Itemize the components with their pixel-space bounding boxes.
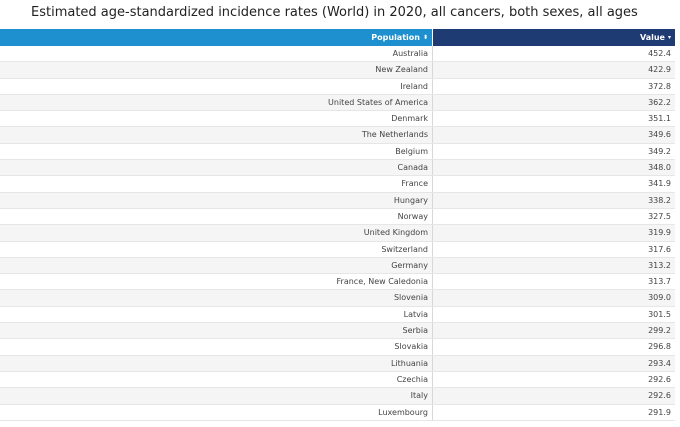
value-cell: 317.6 bbox=[648, 244, 671, 254]
value-cell: 291.9 bbox=[648, 407, 671, 417]
sort-icon: ⬍ bbox=[422, 34, 428, 41]
value-cell: 309.0 bbox=[648, 293, 671, 303]
table-row: Switzerland 317.6 bbox=[0, 241, 675, 258]
population-cell: Slovenia bbox=[0, 290, 433, 306]
value-cell: 341.9 bbox=[648, 179, 671, 189]
population-cell: Belgium bbox=[0, 143, 433, 160]
table-row: Australia 452.4 bbox=[0, 46, 675, 63]
table-row: Italy 292.6 bbox=[0, 388, 675, 405]
value-cell: 338.2 bbox=[648, 195, 671, 205]
population-cell: The Netherlands bbox=[0, 127, 433, 143]
value-cell: 296.8 bbox=[648, 342, 671, 352]
value-cell: 313.2 bbox=[648, 260, 671, 270]
value-cell: 293.4 bbox=[648, 358, 671, 368]
value-cell: 349.6 bbox=[648, 130, 671, 140]
table-row: New Zealand 422.9 bbox=[0, 62, 675, 79]
population-cell: United Kingdom bbox=[0, 225, 433, 241]
column-header-value[interactable]: Value ▾ bbox=[433, 29, 675, 46]
table-body: Australia 452.4 New Zealand 422.9 Ireland 372… bbox=[0, 46, 675, 421]
table-row: United States of America 362.2 bbox=[0, 94, 675, 112]
population-cell: Slovakia bbox=[0, 339, 433, 355]
value-cell: 299.2 bbox=[648, 326, 671, 336]
value-cell: 292.6 bbox=[648, 374, 671, 384]
value-cell: 362.2 bbox=[648, 97, 671, 107]
table-row: Norway 327.5 bbox=[0, 208, 675, 226]
column-header-population-label: Population bbox=[371, 33, 420, 42]
value-cell: 452.4 bbox=[648, 49, 671, 58]
table-row: Latvia 301.5 bbox=[0, 306, 675, 324]
table-row: Serbia 299.2 bbox=[0, 323, 675, 340]
population-cell: Denmark bbox=[0, 111, 433, 127]
population-cell: Australia bbox=[0, 46, 433, 62]
population-cell: Czechia bbox=[0, 371, 433, 388]
value-cell: 301.5 bbox=[648, 309, 671, 319]
table-row: France 341.9 bbox=[0, 176, 675, 193]
table-row: Belgium 349.2 bbox=[0, 143, 675, 161]
table-row: Canada 348.0 bbox=[0, 160, 675, 177]
column-header-value-label: Value bbox=[639, 33, 665, 42]
value-cell: 372.8 bbox=[648, 81, 671, 91]
table-row: Hungary 338.2 bbox=[0, 192, 675, 209]
population-cell: United States of America bbox=[0, 94, 433, 111]
value-cell: 319.9 bbox=[648, 228, 671, 238]
population-cell: Italy bbox=[0, 388, 433, 404]
table-row: Lithuania 293.4 bbox=[0, 355, 675, 372]
sort-desc-icon: ▾ bbox=[667, 34, 671, 41]
population-cell: Germany bbox=[0, 257, 433, 274]
table-row: Ireland 372.8 bbox=[0, 78, 675, 95]
value-cell: 422.9 bbox=[648, 65, 671, 75]
table-row: France, New Caledonia 313.7 bbox=[0, 274, 675, 291]
population-cell: Canada bbox=[0, 160, 433, 176]
table-row: Slovenia 309.0 bbox=[0, 290, 675, 307]
value-cell: 348.0 bbox=[648, 163, 671, 173]
population-cell: Latvia bbox=[0, 306, 433, 323]
population-cell: Switzerland bbox=[0, 241, 433, 257]
value-cell: 349.2 bbox=[648, 146, 671, 156]
table-row: Czechia 292.6 bbox=[0, 371, 675, 389]
population-cell: Ireland bbox=[0, 78, 433, 94]
value-cell: 351.1 bbox=[648, 114, 671, 124]
table-header: Population ⬍ Value ▾ bbox=[0, 29, 675, 46]
value-cell: 313.7 bbox=[648, 277, 671, 287]
population-cell: Hungary bbox=[0, 192, 433, 208]
table-row: Luxembourg 291.9 bbox=[0, 404, 675, 421]
population-cell: Lithuania bbox=[0, 355, 433, 371]
table-row: United Kingdom 319.9 bbox=[0, 225, 675, 242]
table-row: Germany 313.2 bbox=[0, 257, 675, 275]
column-header-population[interactable]: Population ⬍ bbox=[0, 29, 433, 46]
table-row: Denmark 351.1 bbox=[0, 111, 675, 128]
population-cell: Luxembourg bbox=[0, 404, 433, 420]
value-cell: 327.5 bbox=[648, 211, 671, 221]
population-cell: New Zealand bbox=[0, 62, 433, 78]
population-cell: France bbox=[0, 176, 433, 192]
data-table: Population ⬍ Value ▾ Australia 452.4 New Zea… bbox=[0, 29, 675, 421]
population-cell: Norway bbox=[0, 208, 433, 225]
population-cell: Serbia bbox=[0, 323, 433, 339]
table-row: The Netherlands 349.6 bbox=[0, 127, 675, 144]
chart-title: Estimated age-standardized incidence rat… bbox=[31, 5, 638, 20]
value-cell: 292.6 bbox=[648, 391, 671, 401]
population-cell: France, New Caledonia bbox=[0, 274, 433, 290]
table-row: Slovakia 296.8 bbox=[0, 339, 675, 356]
